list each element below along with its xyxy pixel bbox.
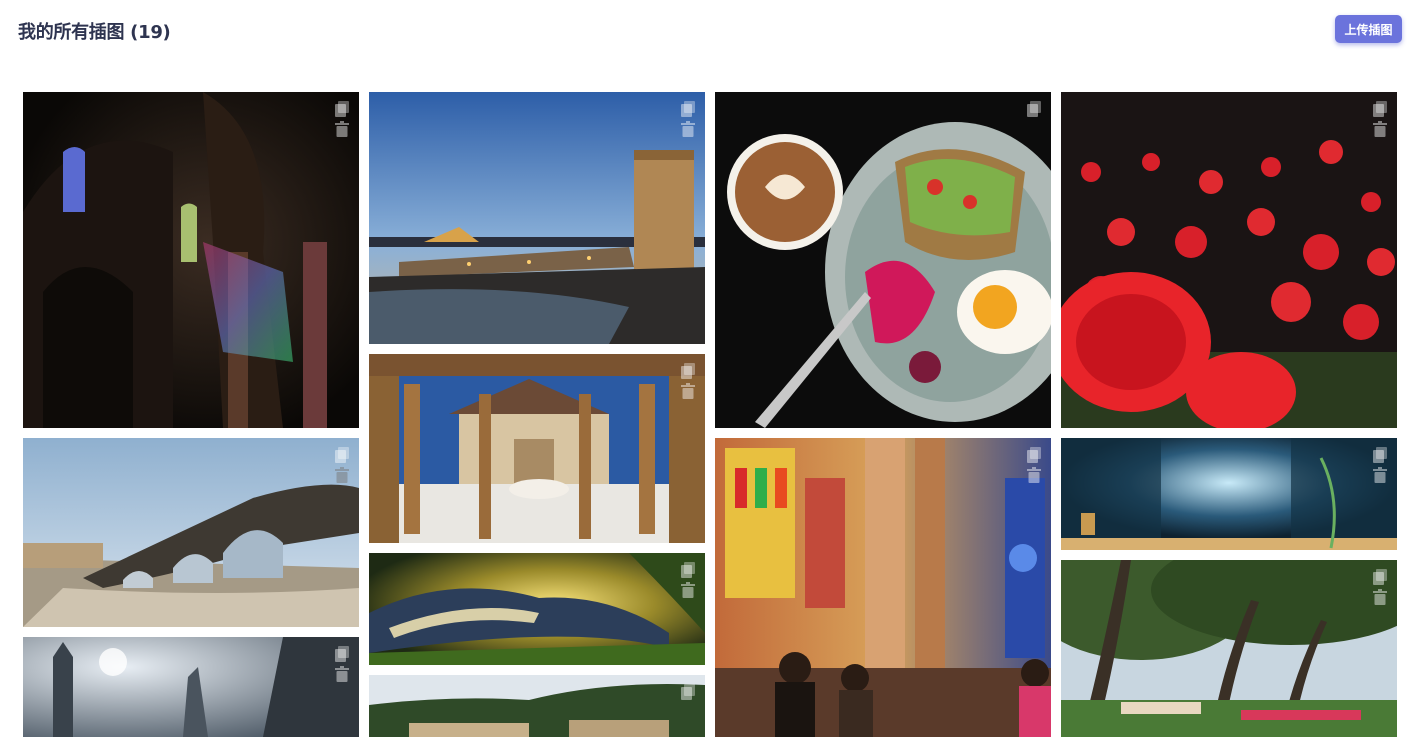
image-card[interactable] [23, 438, 359, 627]
copy-icon[interactable] [1373, 447, 1387, 463]
image-actions [681, 684, 695, 700]
image-thumbnail [1061, 560, 1397, 737]
image-card[interactable] [369, 92, 705, 344]
image-actions [335, 101, 349, 137]
image-card[interactable] [1061, 92, 1397, 428]
trash-icon[interactable] [681, 383, 695, 399]
copy-icon[interactable] [335, 447, 349, 463]
trash-icon[interactable] [335, 121, 349, 137]
trash-icon[interactable] [1373, 121, 1387, 137]
image-actions [335, 447, 349, 483]
image-actions [1373, 569, 1387, 605]
image-actions [681, 101, 695, 137]
image-card[interactable] [1061, 560, 1397, 737]
image-card[interactable] [369, 553, 705, 665]
image-thumbnail [369, 675, 705, 737]
copy-icon[interactable] [1027, 447, 1041, 463]
image-thumbnail [715, 92, 1051, 428]
image-card[interactable] [23, 92, 359, 428]
image-thumbnail [369, 553, 705, 665]
image-thumbnail [715, 438, 1051, 737]
image-thumbnail [23, 92, 359, 428]
image-card[interactable] [369, 354, 705, 543]
copy-icon[interactable] [1373, 101, 1387, 117]
image-gallery [0, 0, 1416, 737]
copy-icon[interactable] [335, 101, 349, 117]
image-actions [681, 562, 695, 598]
image-card[interactable] [1061, 438, 1397, 550]
image-actions [335, 646, 349, 682]
copy-icon[interactable] [335, 646, 349, 662]
image-card[interactable] [715, 92, 1051, 428]
copy-icon[interactable] [1027, 101, 1041, 117]
copy-icon[interactable] [681, 363, 695, 379]
image-card[interactable] [715, 438, 1051, 737]
image-actions [1027, 101, 1041, 117]
trash-icon[interactable] [335, 467, 349, 483]
image-actions [681, 363, 695, 399]
image-card[interactable] [369, 675, 705, 737]
image-thumbnail [23, 438, 359, 627]
copy-icon[interactable] [681, 562, 695, 578]
image-actions [1373, 447, 1387, 483]
trash-icon[interactable] [1027, 467, 1041, 483]
copy-icon[interactable] [681, 101, 695, 117]
trash-icon[interactable] [1373, 467, 1387, 483]
copy-icon[interactable] [681, 684, 695, 700]
image-thumbnail [1061, 438, 1397, 550]
image-thumbnail [369, 92, 705, 344]
trash-icon[interactable] [681, 582, 695, 598]
trash-icon[interactable] [335, 666, 349, 682]
image-actions [1027, 447, 1041, 483]
image-card[interactable] [23, 637, 359, 737]
copy-icon[interactable] [1373, 569, 1387, 585]
image-thumbnail [369, 354, 705, 543]
image-actions [1373, 101, 1387, 137]
trash-icon[interactable] [681, 121, 695, 137]
image-thumbnail [1061, 92, 1397, 428]
image-thumbnail [23, 637, 359, 737]
trash-icon[interactable] [1373, 589, 1387, 605]
